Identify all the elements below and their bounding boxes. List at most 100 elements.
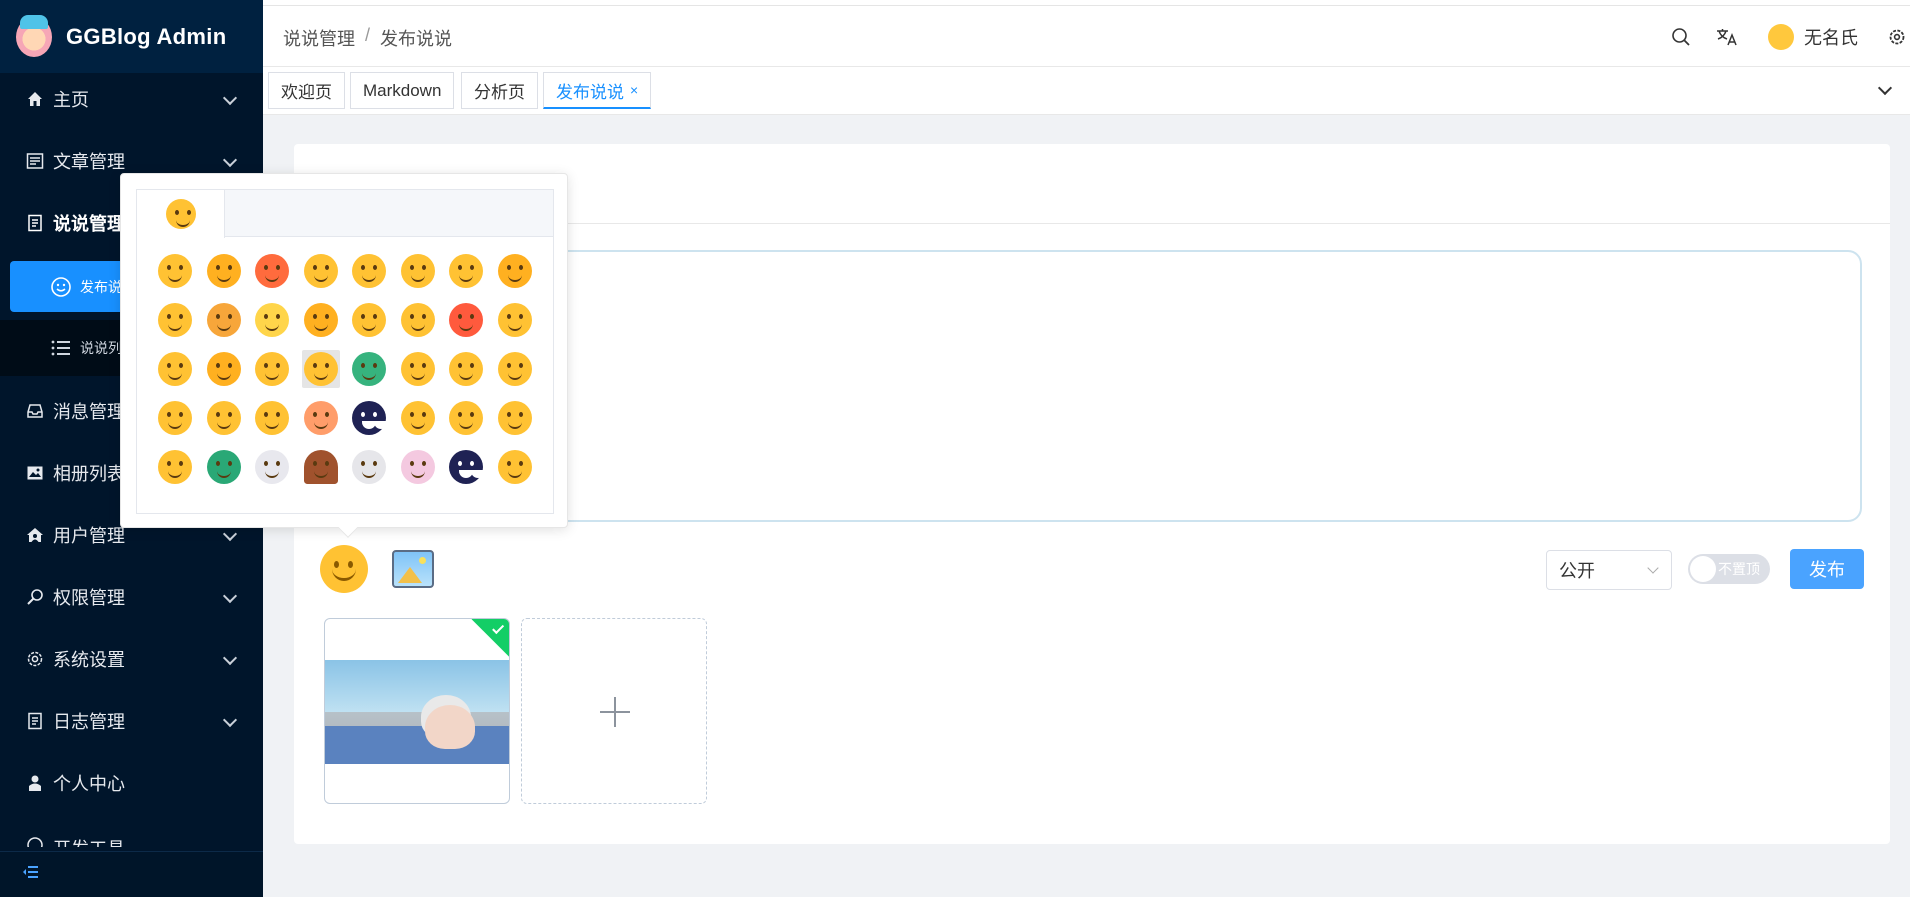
user-name[interactable]: 无名氏 bbox=[1804, 24, 1858, 50]
sidebar-item-home[interactable]: 主页 bbox=[0, 71, 263, 127]
emoji-item[interactable] bbox=[447, 399, 485, 437]
emoji-face-icon bbox=[255, 401, 289, 435]
emoji-item[interactable] bbox=[399, 448, 437, 486]
sidebar-item-label: 说说管理 bbox=[53, 214, 125, 234]
tab-bar: 欢迎页 Markdown 分析页 发布说说 × bbox=[263, 67, 1910, 115]
emoji-item[interactable] bbox=[253, 350, 291, 388]
sidebar-item-label: 文章管理 bbox=[53, 152, 125, 172]
emoji-item[interactable] bbox=[301, 350, 340, 388]
emoji-item[interactable] bbox=[399, 252, 437, 290]
emoji-item[interactable] bbox=[496, 350, 534, 388]
logo[interactable]: GGBlog Admin bbox=[0, 0, 263, 73]
emoji-item[interactable] bbox=[350, 399, 388, 437]
emoji-item[interactable] bbox=[447, 448, 485, 486]
emoji-category-tab-default[interactable] bbox=[137, 190, 225, 238]
emoji-item[interactable] bbox=[350, 252, 388, 290]
emoji-item[interactable] bbox=[205, 252, 243, 290]
emoji-item[interactable] bbox=[156, 350, 194, 388]
emoji-item[interactable] bbox=[253, 399, 291, 437]
emoji-face-icon bbox=[352, 401, 386, 435]
emoji-item[interactable] bbox=[253, 448, 291, 486]
chevron-down-icon bbox=[222, 152, 238, 168]
emoji-item[interactable] bbox=[253, 301, 291, 339]
emoji-face-icon bbox=[400, 352, 435, 386]
emoji-item[interactable] bbox=[496, 252, 534, 290]
emoji-face-icon bbox=[158, 450, 192, 484]
indent-icon bbox=[22, 864, 40, 885]
emoji-face-icon bbox=[206, 450, 241, 484]
emoji-face-icon bbox=[497, 450, 532, 484]
tab-label: Markdown bbox=[363, 80, 442, 100]
publish-button[interactable]: 发布 bbox=[1790, 549, 1864, 589]
emoji-item[interactable] bbox=[350, 350, 388, 388]
sidebar-item-permissions[interactable]: 权限管理 bbox=[0, 569, 263, 625]
emoji-item[interactable] bbox=[205, 350, 243, 388]
tab-welcome[interactable]: 欢迎页 bbox=[268, 72, 345, 109]
sidebar-item-logs[interactable]: 日志管理 bbox=[0, 693, 263, 749]
emoji-item[interactable] bbox=[447, 301, 485, 339]
sidebar-item-label: 开发工具 bbox=[53, 835, 125, 847]
emoji-item[interactable] bbox=[447, 350, 485, 388]
emoji-item[interactable] bbox=[399, 301, 437, 339]
emoji-item[interactable] bbox=[399, 399, 437, 437]
chevron-down-icon bbox=[222, 712, 238, 728]
header-actions: 无名氏 bbox=[1646, 6, 1910, 67]
emoji-item[interactable] bbox=[350, 448, 388, 486]
chevron-down-icon bbox=[222, 650, 238, 666]
app-title: GGBlog Admin bbox=[66, 23, 227, 49]
tab-label: 欢迎页 bbox=[281, 83, 332, 102]
tab-analysis[interactable]: 分析页 bbox=[461, 72, 538, 109]
emoji-item[interactable] bbox=[156, 448, 194, 486]
emoji-item[interactable] bbox=[156, 399, 194, 437]
emoji-item[interactable] bbox=[496, 301, 534, 339]
article-icon bbox=[25, 151, 45, 171]
emoji-item[interactable] bbox=[302, 252, 340, 290]
image-icon bbox=[25, 463, 45, 483]
emoji-item[interactable] bbox=[399, 350, 437, 388]
sidebar-item-devtools[interactable]: 开发工具 bbox=[0, 817, 263, 847]
emoji-item[interactable] bbox=[156, 252, 194, 290]
emoji-item[interactable] bbox=[302, 301, 340, 339]
top-switch[interactable]: 不置顶 bbox=[1688, 554, 1770, 584]
emoji-picker-button[interactable] bbox=[320, 545, 368, 593]
breadcrumb: 说说管理 / 发布说说 bbox=[283, 25, 452, 51]
emoji-face-icon bbox=[400, 450, 435, 484]
smile-icon bbox=[50, 276, 72, 298]
insert-image-button[interactable] bbox=[392, 550, 434, 588]
emoji-item[interactable] bbox=[447, 252, 485, 290]
emoji-item[interactable] bbox=[302, 448, 340, 486]
search-icon[interactable] bbox=[1670, 26, 1692, 48]
emoji-item[interactable] bbox=[302, 399, 340, 437]
emoji-item[interactable] bbox=[350, 301, 388, 339]
add-image-button[interactable] bbox=[521, 618, 707, 804]
sidebar-item-settings[interactable]: 系统设置 bbox=[0, 631, 263, 687]
emoji-face-icon bbox=[158, 254, 192, 288]
user-home-icon bbox=[25, 525, 45, 545]
breadcrumb-item[interactable]: 说说管理 bbox=[283, 25, 355, 51]
emoji-item[interactable] bbox=[253, 252, 291, 290]
chevron-down-icon bbox=[222, 90, 238, 106]
emoji-item[interactable] bbox=[156, 301, 194, 339]
emoji-item[interactable] bbox=[205, 301, 243, 339]
emoji-category-tabs bbox=[137, 190, 553, 238]
emoji-item[interactable] bbox=[205, 399, 243, 437]
key-search-icon bbox=[25, 587, 45, 607]
emoji-item[interactable] bbox=[496, 448, 534, 486]
gear-icon[interactable] bbox=[1886, 26, 1908, 48]
uploaded-image[interactable] bbox=[324, 618, 510, 804]
uploaded-image-thumbnail bbox=[325, 660, 509, 764]
tab-publish-talk[interactable]: 发布说说 × bbox=[543, 72, 652, 109]
visibility-select[interactable]: 公开 bbox=[1546, 550, 1672, 590]
translate-icon[interactable] bbox=[1716, 26, 1738, 48]
collapse-sidebar-button[interactable] bbox=[0, 851, 263, 897]
chevron-down-icon[interactable] bbox=[1877, 80, 1893, 96]
emoji-item[interactable] bbox=[205, 448, 243, 486]
emoji-face-icon bbox=[497, 303, 532, 337]
user-avatar[interactable] bbox=[1768, 23, 1794, 50]
breadcrumb-item-current: 发布说说 bbox=[380, 29, 453, 49]
emoji-face-icon bbox=[206, 352, 241, 386]
emoji-item[interactable] bbox=[496, 399, 534, 437]
tab-markdown[interactable]: Markdown bbox=[350, 72, 455, 109]
sidebar-item-profile[interactable]: 个人中心 bbox=[0, 755, 263, 811]
close-icon[interactable]: × bbox=[630, 82, 638, 98]
